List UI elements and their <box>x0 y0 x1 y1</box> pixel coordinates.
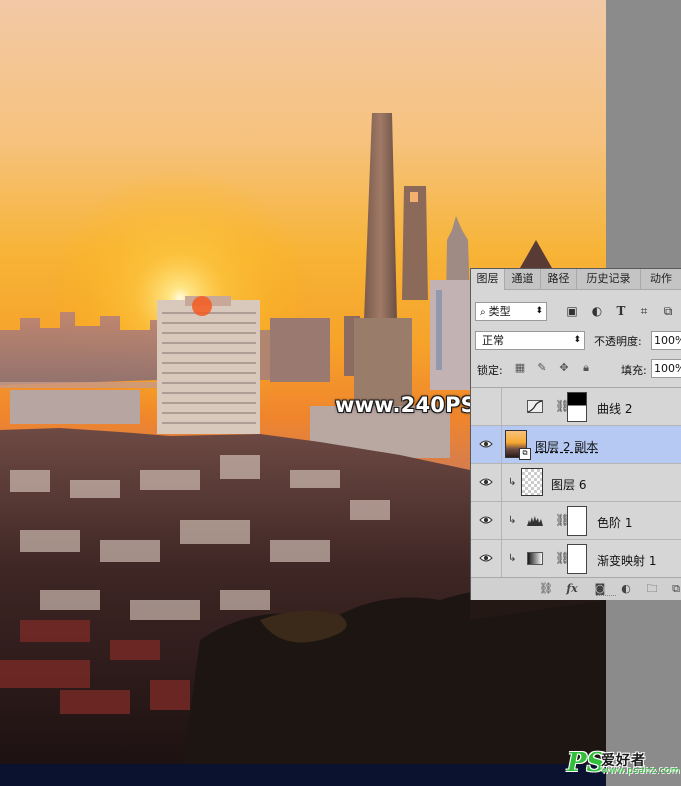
lock-position-move-icon[interactable]: ✥ <box>557 361 571 375</box>
layer-name[interactable]: 曲线 2 <box>597 400 632 417</box>
opacity-input[interactable]: 100% <box>651 331 681 350</box>
tab-layers[interactable]: 图层 <box>471 269 505 290</box>
lock-image-brush-icon[interactable]: ✎ <box>535 361 549 375</box>
link-layers-icon[interactable]: ⛓︎ <box>539 582 553 596</box>
levels-adjustment-icon <box>527 516 543 526</box>
layer-mask-thumbnail[interactable] <box>567 544 587 574</box>
layer-thumbnail-transparent[interactable] <box>521 468 543 496</box>
fill-label: 填充: <box>621 364 647 377</box>
filter-kind-select[interactable]: ⌕ 类型 ⬍ <box>475 302 547 321</box>
image-filter-icon[interactable]: ▣ <box>565 304 579 318</box>
tab-history[interactable]: 历史记录 <box>577 269 641 289</box>
layer-name[interactable]: 图层 2 副本 <box>535 438 598 455</box>
fx-icon[interactable]: fx <box>565 582 579 596</box>
lock-label: 锁定: <box>477 364 503 377</box>
site-logo: PS 爱好者 www.psahz.com <box>567 748 680 780</box>
fill-input[interactable]: 100% <box>651 359 681 378</box>
visibility-eye-icon[interactable] <box>479 438 493 450</box>
gradient-map-adjustment-icon <box>527 552 543 565</box>
new-group-icon[interactable]: 🗀︎ <box>645 582 659 596</box>
curves-adjustment-icon <box>527 400 543 413</box>
blend-mode-select[interactable]: 正常 ⬍ <box>475 331 585 350</box>
layer-row-curves-2[interactable]: ⛓︎ 曲线 2 <box>471 388 681 426</box>
visibility-eye-icon[interactable] <box>479 476 493 488</box>
layer-name[interactable]: 渐变映射 1 <box>597 552 656 569</box>
visibility-eye-icon[interactable] <box>479 514 493 526</box>
lock-all-icon[interactable]: 🔒︎ <box>579 361 593 375</box>
divider <box>501 540 502 577</box>
add-mask-icon[interactable]: ◙ <box>593 582 607 596</box>
layer-row-gradient-map-1[interactable]: ↳ ⛓︎ 渐变映射 1 <box>471 540 681 578</box>
panel-tabbar: 图层 通道 路径 历史记录 动作 <box>471 269 681 290</box>
divider <box>501 464 502 501</box>
panel-resize-grip[interactable] <box>596 595 616 598</box>
layers-panel: 图层 通道 路径 历史记录 动作 ⌕ 类型 ⬍ ▣ ◐ T ⌗ ⧉ 正常 ⬍ 不透… <box>470 268 681 600</box>
clipping-mask-arrow-icon: ↳ <box>508 553 517 564</box>
filter-kind-label: 类型 <box>488 305 511 318</box>
new-layer-icon[interactable]: ⧉ <box>669 582 681 596</box>
site-logo-url: www.psahz.com <box>601 766 681 776</box>
tab-channels[interactable]: 通道 <box>505 269 541 289</box>
tab-paths[interactable]: 路径 <box>541 269 577 289</box>
clipping-mask-arrow-icon: ↳ <box>508 477 517 488</box>
new-adjustment-icon[interactable]: ◐ <box>619 582 633 596</box>
layer-row-layer-6[interactable]: ↳ 图层 6 <box>471 464 681 502</box>
smart-object-filter-icon[interactable]: ⧉ <box>661 304 675 318</box>
divider <box>501 388 502 425</box>
search-icon: ⌕ <box>480 307 486 318</box>
smart-object-icon: ⧉ <box>519 448 531 460</box>
visibility-eye-icon[interactable] <box>479 552 493 564</box>
chevron-updown-icon: ⬍ <box>535 306 543 316</box>
shape-filter-icon[interactable]: ⌗ <box>637 304 651 318</box>
panel-bottom-bar: ⛓︎ fx ◙ ◐ 🗀︎ ⧉ <box>471 577 681 600</box>
layer-mask-thumbnail[interactable] <box>567 506 587 536</box>
layer-name[interactable]: 色阶 1 <box>597 514 632 531</box>
site-logo-ps: PS <box>567 748 606 778</box>
layer-row-levels-1[interactable]: ↳ ⛓︎ 色阶 1 <box>471 502 681 540</box>
divider <box>501 426 502 463</box>
blend-mode-value: 正常 <box>482 334 504 347</box>
layer-name[interactable]: 图层 6 <box>551 476 586 493</box>
opacity-label: 不透明度: <box>594 335 642 348</box>
layer-mask-thumbnail[interactable] <box>567 392 587 422</box>
lock-transparent-icon[interactable]: ▦ <box>513 361 527 375</box>
canvas-bottom-strip <box>0 764 606 786</box>
type-filter-icon[interactable]: T <box>614 304 628 318</box>
layer-list: ⛓︎ 曲线 2 ⧉ 图层 2 副本 ↳ 图层 6 ↳ ⛓︎ 色阶 1 ↳ ⛓︎ … <box>471 387 681 578</box>
adjustment-filter-icon[interactable]: ◐ <box>590 304 604 318</box>
layer-row-layer-2-copy[interactable]: ⧉ 图层 2 副本 <box>471 426 681 464</box>
divider <box>501 502 502 539</box>
clipping-mask-arrow-icon: ↳ <box>508 515 517 526</box>
tab-actions[interactable]: 动作 <box>641 269 681 289</box>
chevron-updown-icon: ⬍ <box>573 335 581 345</box>
